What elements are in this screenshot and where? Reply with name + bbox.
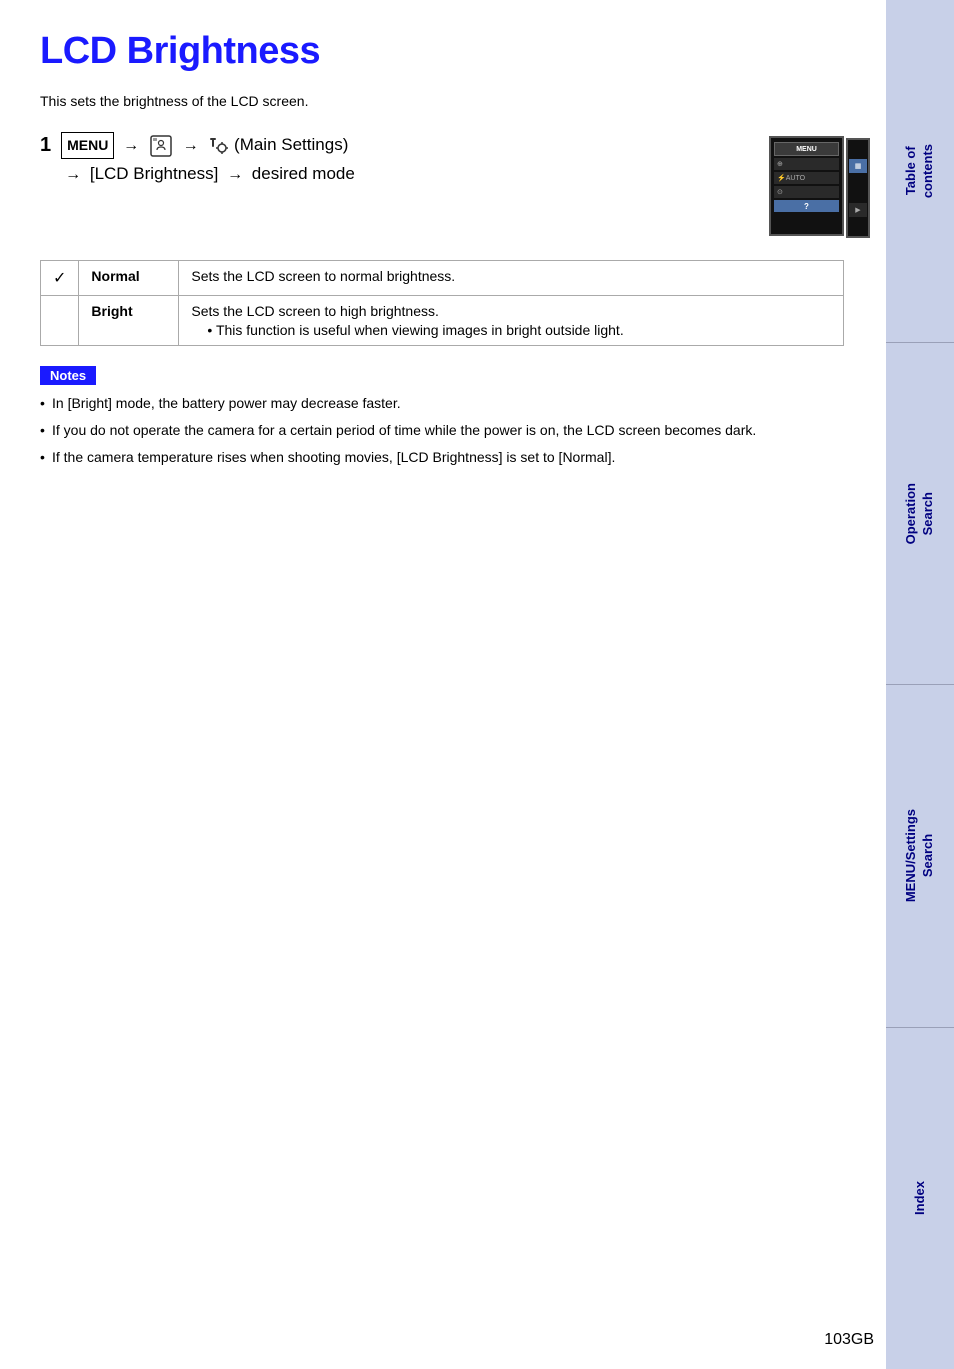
notes-list: In [Bright] mode, the battery power may … — [40, 393, 844, 468]
sidebar-item-menu-settings[interactable]: MENU/SettingsSearch — [886, 685, 954, 1028]
main-content: LCD Brightness This sets the brightness … — [0, 0, 884, 514]
page-number: 103GB — [824, 1331, 874, 1349]
sidebar-item-toc[interactable]: Table ofcontents — [886, 0, 954, 343]
table-sub-bullet: • This function is useful when viewing i… — [207, 322, 831, 338]
table-row-normal: ✓ Normal Sets the LCD screen to normal b… — [41, 261, 844, 296]
page-number-text: 103GB — [824, 1331, 874, 1348]
table-cell-checkmark-normal: ✓ — [41, 261, 79, 296]
notes-badge: Notes — [40, 366, 96, 385]
arrow-2-icon: → — [183, 137, 199, 154]
table-cell-desc-bright: Sets the LCD screen to high brightness. … — [179, 296, 844, 346]
arrow-icon: → — [123, 137, 139, 154]
notes-section: Notes In [Bright] mode, the battery powe… — [40, 366, 844, 468]
instruction-block: 1 MENU → — [40, 131, 844, 236]
checkmark-icon: ✓ — [53, 270, 66, 287]
table-cell-checkmark-bright — [41, 296, 79, 346]
mode-label-normal: Normal — [91, 268, 139, 284]
notes-item-1: In [Bright] mode, the battery power may … — [40, 393, 844, 414]
table-cell-mode-bright: Bright — [79, 296, 179, 346]
step-number: 1 — [40, 131, 51, 159]
settings-icon — [150, 135, 172, 157]
sidebar-item-operation-search[interactable]: OperationSearch — [886, 343, 954, 686]
notes-item-2: If you do not operate the camera for a c… — [40, 420, 844, 441]
intro-text: This sets the brightness of the LCD scre… — [40, 93, 844, 109]
menu-key: MENU — [61, 132, 114, 160]
settings-table: ✓ Normal Sets the LCD screen to normal b… — [40, 260, 844, 346]
sidebar-menu-label: MENU/SettingsSearch — [903, 809, 937, 902]
notes-item-3: If the camera temperature rises when sho… — [40, 447, 844, 468]
table-row-bright: Bright Sets the LCD screen to high brigh… — [41, 296, 844, 346]
arrow-4-icon: → — [227, 166, 243, 183]
sidebar-operation-label: OperationSearch — [903, 483, 937, 544]
table-cell-mode-normal: Normal — [79, 261, 179, 296]
sidebar-item-index[interactable]: Index — [886, 1028, 954, 1369]
table-cell-desc-normal: Sets the LCD screen to normal brightness… — [179, 261, 844, 296]
arrow-3-icon: → — [65, 166, 81, 183]
sidebar-index-label: Index — [912, 1181, 929, 1215]
sidebar-toc-label: Table ofcontents — [903, 144, 937, 198]
camera-menu-image: MENU ⊕ ⚡AUTO ⊙ ? ▦ — [769, 136, 844, 236]
main-settings-icon — [207, 135, 234, 154]
page-title: LCD Brightness — [40, 30, 844, 73]
instruction-text: MENU → → — [61, 131, 739, 189]
right-sidebar: Table ofcontents OperationSearch MENU/Se… — [886, 0, 954, 1369]
mode-label-bright: Bright — [91, 303, 132, 319]
